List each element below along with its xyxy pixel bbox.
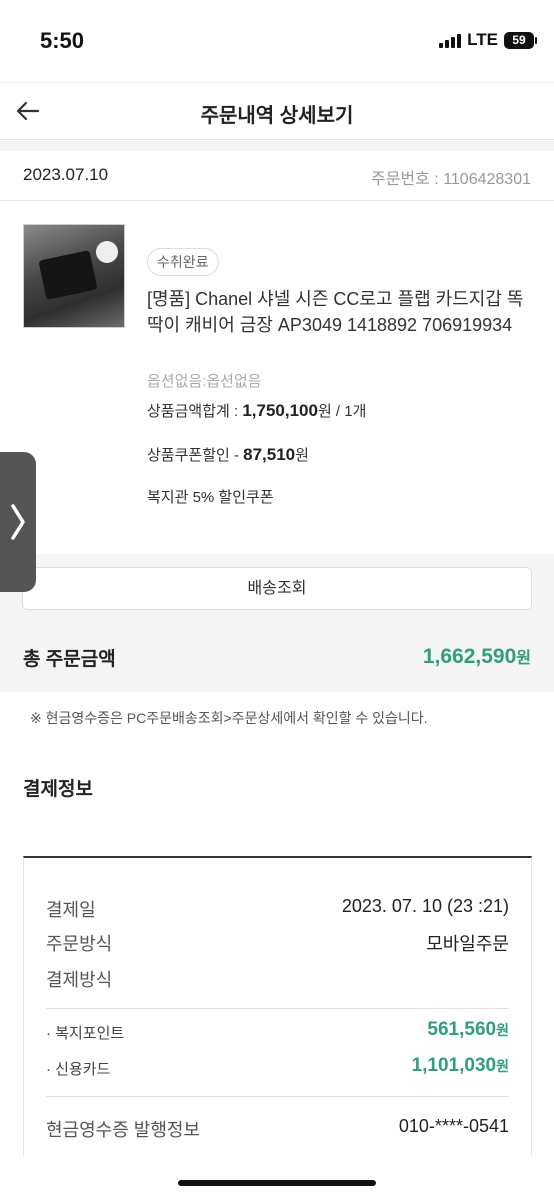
battery-icon: 59 [504,31,537,49]
receipt-label: 현금영수증 발행정보 [46,1120,201,1140]
total-label: 총 주문금액 [23,649,116,670]
status-badge: 수취완료 [147,248,219,276]
signal-icon [439,32,462,48]
coupon-label: 상품쿠폰할인 - [147,447,244,464]
divider [46,1008,509,1009]
payment-date-label: 결제일 [46,900,96,920]
coupon-value: 87,510 [243,445,296,464]
track-shipping-button[interactable]: 배송조회 [22,567,532,610]
coupon-discount: 상품쿠폰할인 - 87,510원 [147,444,309,465]
divider [46,1096,509,1097]
coupon-name: 복지관 5% 할인쿠폰 [147,489,274,506]
payment-section-title: 결제정보 [23,779,93,800]
order-date: 2023.07.10 [23,165,109,184]
payment-card: 결제일 2023. 07. 10 (23 :21) 주문방식 모바일주문 결제방… [23,856,532,1156]
pay-method-label: 결제방식 [46,970,113,990]
order-method-label: 주문방식 [46,934,113,954]
receipt-notice: ※ 현금영수증은 PC주문배송조회>주문상세에서 확인할 수 있습니다. [30,710,428,726]
order-number: 주문번호 : 1106428301 [370,171,531,188]
product-option: 옵션없음:옵션없음 [147,373,262,390]
status-time: 5:50 [40,28,85,53]
product-item: 수취완료 [명품] Chanel 샤넬 시즌 CC로고 플랩 카드지갑 똑딱이 … [0,202,554,554]
status-indicators: LTE 59 [439,30,537,50]
payment-item-label: · 복지포인트 [46,1025,125,1042]
product-price: 상품금액합계 : 1,750,100원 / 1개 [147,400,366,421]
page-title: 주문내역 상세보기 [200,105,354,127]
payment-item-label: · 신용카드 [46,1061,111,1078]
coupon-suffix: 원 [295,447,309,464]
order-info-row: 2023.07.10 주문번호 : 1106428301 [0,151,554,201]
product-thumbnail[interactable] [23,224,125,328]
price-value: 1,750,100 [242,401,318,420]
section-gap [0,141,554,151]
price-suffix: 원 / 1개 [317,403,367,420]
total-value: 1,662,590 [422,645,517,668]
payment-item-amount: 1,101,030원 [411,1055,509,1076]
chevron-right-icon [11,504,25,540]
receipt-value: 010-****-0541 [398,1116,509,1136]
product-name[interactable]: [명품] Chanel 샤넬 시즌 CC로고 플랩 카드지갑 똑딱이 캐비어 금… [147,286,537,338]
payment-date-value: 2023. 07. 10 (23 :21) [341,896,509,916]
home-indicator[interactable] [178,1180,376,1186]
payment-item-amount: 561,560원 [427,1019,509,1040]
price-label: 상품금액합계 : [147,403,243,420]
total-unit: 원 [516,650,531,667]
app-header: 주문내역 상세보기 [0,82,554,140]
status-bar: 5:50 LTE 59 [0,0,554,82]
order-method-value: 모바일주문 [426,934,509,954]
side-drawer-handle[interactable] [0,452,36,592]
total-amount: 1,662,590원 [423,644,531,669]
network-label: LTE [467,30,498,49]
